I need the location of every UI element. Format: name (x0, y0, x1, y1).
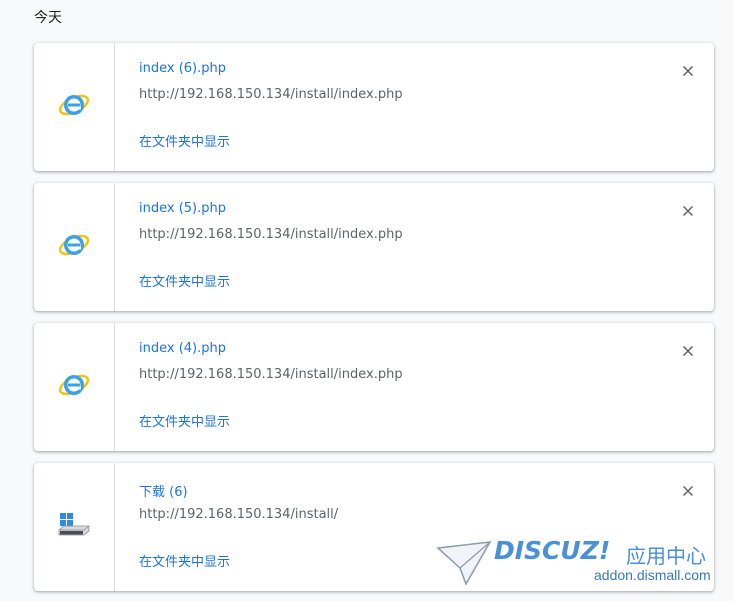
remove-button[interactable] (678, 481, 698, 501)
file-icon-column (34, 323, 115, 451)
ie-icon[interactable] (57, 88, 91, 126)
file-name-link[interactable]: 下载 (6) (139, 481, 188, 500)
show-in-folder-link[interactable]: 在文件夹中显示 (139, 551, 230, 570)
watermark-brand: DISCUZ! (494, 536, 611, 565)
file-icon-column (34, 463, 115, 591)
file-icon-column (34, 183, 115, 311)
discuz-watermark: DISCUZ! 应用中心 addon.dismall.com (436, 536, 726, 592)
file-source-url: http://192.168.150.134/install/ (139, 507, 339, 522)
remove-button[interactable] (678, 341, 698, 361)
show-in-folder-link[interactable]: 在文件夹中显示 (139, 411, 230, 430)
file-source-url: http://192.168.150.134/install/index.php (139, 87, 403, 102)
file-name-link[interactable]: index (4).php (139, 341, 226, 356)
file-name-link[interactable]: index (5).php (139, 201, 226, 216)
paper-plane-icon (436, 541, 492, 586)
ie-icon[interactable] (57, 368, 91, 406)
file-source-url: http://192.168.150.134/install/index.php (139, 227, 403, 242)
download-card: index (4).php http://192.168.150.134/ins… (34, 323, 714, 451)
close-icon (683, 206, 693, 216)
close-icon (683, 66, 693, 76)
watermark-domain: addon.dismall.com (594, 567, 711, 583)
download-card: index (5).php http://192.168.150.134/ins… (34, 183, 714, 311)
close-icon (683, 486, 693, 496)
windows-drive-icon[interactable] (58, 512, 90, 542)
ie-icon[interactable] (57, 228, 91, 266)
watermark-subtitle: 应用中心 (626, 544, 706, 568)
remove-button[interactable] (678, 61, 698, 81)
close-icon (683, 346, 693, 356)
file-icon-column (34, 43, 115, 171)
file-name-link[interactable]: index (6).php (139, 61, 226, 76)
show-in-folder-link[interactable]: 在文件夹中显示 (139, 271, 230, 290)
remove-button[interactable] (678, 201, 698, 221)
show-in-folder-link[interactable]: 在文件夹中显示 (139, 131, 230, 150)
file-source-url: http://192.168.150.134/install/index.php (139, 367, 403, 382)
download-card: index (6).php http://192.168.150.134/ins… (34, 43, 714, 171)
section-title-today: 今天 (34, 10, 62, 26)
